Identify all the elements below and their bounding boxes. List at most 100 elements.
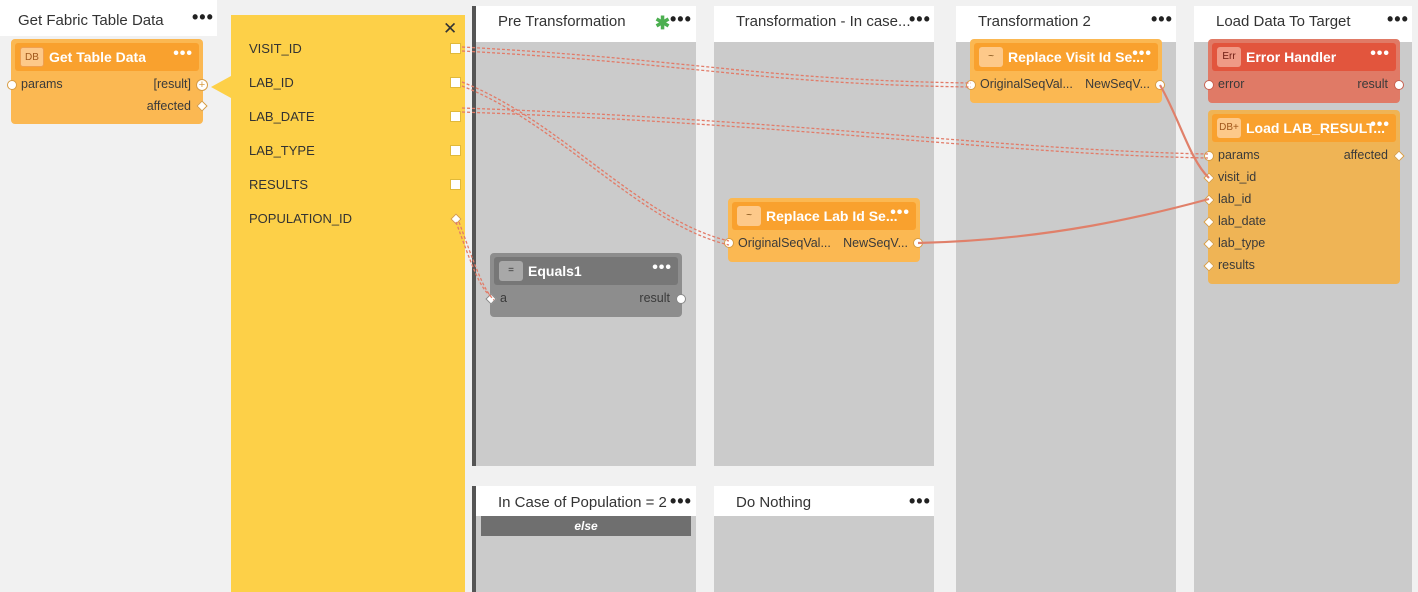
- field-checkbox[interactable]: [450, 77, 461, 88]
- field-list-panel: ✕ VISIT_ID LAB_ID LAB_DATE LAB_TYPE RESU…: [231, 15, 465, 592]
- field-lab-type[interactable]: LAB_TYPE: [249, 143, 315, 158]
- node-error-handler[interactable]: Err Error Handler ••• error result: [1204, 39, 1404, 103]
- stage-title: Load Data To Target: [1216, 13, 1351, 30]
- port-label: lab_date: [1218, 214, 1266, 228]
- field-checkbox[interactable]: [450, 179, 461, 190]
- node-equals1[interactable]: = Equals1 ••• a result: [485, 253, 686, 317]
- flow-canvas: Get Fabric Table Data ••• Pre Transforma…: [0, 0, 1418, 592]
- port-label: result: [1357, 77, 1388, 91]
- port-label: a: [500, 291, 507, 305]
- stage-divider: [472, 486, 476, 592]
- database-insert-icon: DB+: [1217, 118, 1241, 138]
- error-icon: Err: [1217, 47, 1241, 67]
- replace-icon: ~: [979, 47, 1003, 67]
- port-label: affected: [1343, 148, 1388, 162]
- node-replace-visit-id[interactable]: ~ Replace Visit Id Se... ••• OriginalSeq…: [966, 39, 1165, 103]
- port-label: [result]: [153, 77, 191, 91]
- node-replace-lab-id[interactable]: ~ Replace Lab Id Se... ••• OriginalSeqVa…: [724, 198, 923, 262]
- node-title: Get Table Data: [49, 49, 146, 65]
- port-label: lab_type: [1218, 236, 1266, 250]
- field-checkbox[interactable]: [450, 111, 461, 122]
- port-label: affected: [146, 99, 191, 113]
- stage-title: Transformation 2: [978, 13, 1091, 30]
- input-pin[interactable]: [1204, 151, 1214, 161]
- port-label: OriginalSeqVal...: [738, 236, 831, 250]
- node-menu-icon[interactable]: •••: [1132, 46, 1152, 62]
- stage-pre-transformation: Pre Transformation ✱ •••: [472, 6, 696, 466]
- node-title: Load LAB_RESULT...: [1246, 120, 1385, 136]
- node-menu-icon[interactable]: •••: [1370, 117, 1390, 133]
- stage-header[interactable]: In Case of Population = 2 •••: [472, 486, 696, 516]
- stage-header[interactable]: Do Nothing •••: [714, 486, 934, 516]
- input-pin[interactable]: [966, 80, 976, 90]
- node-get-table-data[interactable]: DB Get Table Data ••• params [result] + …: [7, 39, 208, 124]
- else-branch-label[interactable]: else: [481, 516, 691, 536]
- asterisk-icon: ✱: [655, 13, 671, 33]
- stage-menu-icon[interactable]: •••: [670, 10, 692, 28]
- node-menu-icon[interactable]: •••: [173, 46, 193, 62]
- port-label: NewSeqV...: [843, 236, 908, 250]
- port-label: result: [639, 291, 670, 305]
- field-port-diamond[interactable]: [450, 213, 462, 225]
- port-label: NewSeqV...: [1085, 77, 1150, 91]
- node-header[interactable]: DB+ Load LAB_RESULT... •••: [1212, 114, 1396, 142]
- stage-do-nothing: Do Nothing •••: [714, 486, 934, 592]
- output-pin[interactable]: [676, 294, 686, 304]
- field-checkbox[interactable]: [450, 145, 461, 156]
- node-header[interactable]: ~ Replace Lab Id Se... •••: [732, 202, 916, 230]
- port-label: params: [1218, 148, 1260, 162]
- node-load-lab-result[interactable]: DB+ Load LAB_RESULT... ••• params affect…: [1203, 110, 1405, 284]
- expand-pin-icon[interactable]: +: [196, 79, 208, 91]
- node-title: Equals1: [528, 263, 582, 279]
- stage-menu-icon[interactable]: •••: [909, 10, 931, 28]
- input-pin[interactable]: [1204, 80, 1214, 90]
- stage-header[interactable]: Pre Transformation ✱ •••: [472, 6, 696, 42]
- equals-icon: =: [499, 261, 523, 281]
- port-label: visit_id: [1218, 170, 1257, 184]
- stage-header[interactable]: Get Fabric Table Data •••: [0, 0, 217, 36]
- stage-title: Get Fabric Table Data: [18, 12, 164, 29]
- field-list-pointer: [211, 76, 231, 98]
- stage-menu-icon[interactable]: •••: [1387, 10, 1409, 28]
- output-pin[interactable]: [913, 238, 923, 248]
- stage-title: Do Nothing: [736, 494, 812, 511]
- node-menu-icon[interactable]: •••: [652, 260, 672, 276]
- stage-menu-icon[interactable]: •••: [909, 492, 931, 510]
- stage-header[interactable]: Transformation 2 •••: [956, 6, 1176, 42]
- node-title: Replace Lab Id Se...: [766, 208, 898, 224]
- field-lab-date[interactable]: LAB_DATE: [249, 109, 315, 124]
- database-icon: DB: [20, 47, 44, 67]
- port-label: results: [1218, 258, 1255, 272]
- node-header[interactable]: ~ Replace Visit Id Se... •••: [974, 43, 1158, 71]
- node-header[interactable]: Err Error Handler •••: [1212, 43, 1396, 71]
- stage-header[interactable]: Transformation - In case... •••: [714, 6, 934, 42]
- port-label: lab_id: [1218, 192, 1252, 206]
- field-lab-id[interactable]: LAB_ID: [249, 75, 294, 90]
- input-pin[interactable]: [7, 80, 17, 90]
- output-pin[interactable]: [1394, 80, 1404, 90]
- stage-title: Pre Transformation: [498, 13, 626, 30]
- stage-menu-icon[interactable]: •••: [192, 8, 214, 26]
- field-checkbox[interactable]: [450, 43, 461, 54]
- stage-divider: [472, 6, 476, 466]
- field-results[interactable]: RESULTS: [249, 177, 308, 192]
- node-header[interactable]: = Equals1 •••: [494, 257, 678, 285]
- node-header[interactable]: DB Get Table Data •••: [15, 43, 199, 71]
- stage-menu-icon[interactable]: •••: [670, 492, 692, 510]
- output-pin[interactable]: [1155, 80, 1165, 90]
- stage-menu-icon[interactable]: •••: [1151, 10, 1173, 28]
- stage-title: In Case of Population = 2: [498, 494, 667, 511]
- port-label: error: [1218, 77, 1245, 91]
- close-icon[interactable]: ✕: [443, 19, 457, 39]
- node-title: Error Handler: [1246, 49, 1337, 65]
- input-pin[interactable]: [724, 238, 734, 248]
- stage-header[interactable]: Load Data To Target •••: [1194, 6, 1412, 42]
- node-menu-icon[interactable]: •••: [890, 205, 910, 221]
- replace-icon: ~: [737, 206, 761, 226]
- field-population-id[interactable]: POPULATION_ID: [249, 211, 352, 226]
- node-menu-icon[interactable]: •••: [1370, 46, 1390, 62]
- stage-in-case-population-2: In Case of Population = 2 •••: [472, 486, 696, 592]
- port-label: params: [21, 77, 63, 91]
- field-visit-id[interactable]: VISIT_ID: [249, 41, 302, 56]
- port-label: OriginalSeqVal...: [980, 77, 1073, 91]
